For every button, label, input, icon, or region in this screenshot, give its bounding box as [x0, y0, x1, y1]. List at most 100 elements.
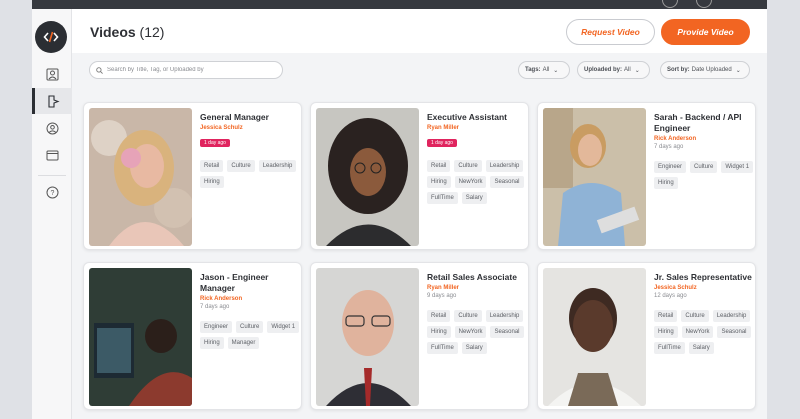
- video-card[interactable]: Executive Assistant Ryan Miller 1 day ag…: [310, 102, 529, 250]
- video-count: (12): [139, 24, 165, 40]
- video-title[interactable]: Jr. Sales Representative: [654, 272, 754, 283]
- provide-video-button[interactable]: Provide Video: [661, 19, 750, 45]
- svg-text:?: ?: [50, 190, 54, 197]
- tag[interactable]: Leadership: [485, 160, 524, 172]
- video-title[interactable]: General Manager: [200, 112, 300, 123]
- tag-list: Retail Culture Leadership Hiring NewYork…: [427, 160, 527, 204]
- sidebar-divider: [38, 175, 66, 176]
- tag[interactable]: Widget 1: [721, 161, 754, 173]
- tag[interactable]: Leadership: [258, 160, 297, 172]
- search-icon: [96, 66, 103, 74]
- brand-logo[interactable]: [35, 21, 67, 53]
- search-box[interactable]: [89, 61, 283, 79]
- background-pattern: [767, 0, 800, 419]
- tag[interactable]: Retail: [200, 160, 224, 172]
- tag[interactable]: Culture: [227, 160, 255, 172]
- account-icon[interactable]: [696, 0, 712, 8]
- tags-filter[interactable]: Tags: All ⌄: [518, 61, 570, 79]
- video-info: Retail Sales Associate Ryan Miller 9 day…: [427, 272, 527, 354]
- uploaded-by-filter[interactable]: Uploaded by: All ⌄: [577, 61, 650, 79]
- tag[interactable]: Hiring: [654, 326, 678, 338]
- tag[interactable]: Culture: [681, 310, 709, 322]
- video-card[interactable]: Sarah - Backend / API Engineer Rick Ande…: [537, 102, 756, 250]
- help-icon: ?: [46, 186, 58, 198]
- video-card[interactable]: General Manager Jessica Schulz 1 day ago…: [83, 102, 302, 250]
- tag[interactable]: Retail: [654, 310, 678, 322]
- tag[interactable]: FullTime: [654, 342, 685, 354]
- tag[interactable]: Leadership: [485, 310, 524, 322]
- tag[interactable]: Engineer: [654, 161, 687, 173]
- video-author: Ryan Miller: [427, 285, 460, 291]
- tag[interactable]: Salary: [688, 342, 714, 354]
- chevron-down-icon: ⌄: [634, 67, 640, 74]
- sort-filter-label: Sort by:: [667, 67, 690, 73]
- tag[interactable]: Salary: [461, 342, 487, 354]
- user-circle-icon: [46, 122, 58, 134]
- video-card[interactable]: Retail Sales Associate Ryan Miller 9 day…: [310, 262, 529, 410]
- sidebar-item-users[interactable]: [32, 115, 72, 141]
- sort-by-filter[interactable]: Sort by: Date Uploaded ⌄: [660, 61, 750, 79]
- page-title-text: Videos: [90, 24, 136, 40]
- tag[interactable]: Hiring: [200, 176, 224, 188]
- tag-list: Retail Culture Leadership Hiring NewYork…: [654, 310, 754, 354]
- tags-filter-value: All: [542, 67, 550, 73]
- tag[interactable]: NewYork: [454, 326, 487, 338]
- page-title: Videos (12): [90, 24, 164, 40]
- tag[interactable]: Culture: [454, 160, 482, 172]
- tag[interactable]: Hiring: [200, 337, 224, 349]
- sidebar-item-profile[interactable]: [32, 61, 72, 87]
- code-brackets-icon: [43, 31, 59, 43]
- tag[interactable]: Retail: [427, 160, 451, 172]
- tag[interactable]: Culture: [454, 310, 482, 322]
- main-content: Videos (12) Request Video Provide Video …: [72, 9, 767, 419]
- sidebar-item-videos[interactable]: [32, 88, 72, 114]
- video-thumbnail[interactable]: [89, 268, 192, 406]
- tag[interactable]: Engineer: [200, 321, 233, 333]
- tag[interactable]: NewYork: [454, 176, 487, 188]
- sidebar-item-help[interactable]: ?: [32, 179, 72, 205]
- video-title[interactable]: Jason - Engineer Manager: [200, 272, 300, 294]
- tag[interactable]: Seasonal: [490, 176, 524, 188]
- top-bar: [32, 0, 767, 9]
- video-thumbnail[interactable]: [89, 108, 192, 246]
- video-age: 9 days ago: [427, 293, 457, 299]
- app-window: ? Videos (12) Request Video Provide Vide…: [32, 9, 767, 419]
- video-thumbnail[interactable]: [316, 108, 419, 246]
- tag-list: Retail Culture Leadership Hiring NewYork…: [427, 310, 527, 354]
- notification-icon[interactable]: [662, 0, 678, 8]
- sort-filter-value: Date Uploaded: [691, 67, 732, 73]
- video-thumbnail[interactable]: [543, 268, 646, 406]
- video-card[interactable]: Jr. Sales Representative Jessica Schulz …: [537, 262, 756, 410]
- chevron-down-icon: ⌄: [553, 67, 559, 74]
- request-video-button[interactable]: Request Video: [566, 19, 655, 45]
- video-title[interactable]: Sarah - Backend / API Engineer: [654, 112, 754, 134]
- video-title[interactable]: Executive Assistant: [427, 112, 527, 123]
- uploaded-filter-value: All: [624, 67, 631, 73]
- tag[interactable]: Culture: [236, 321, 264, 333]
- tag[interactable]: Manager: [227, 337, 260, 349]
- video-age: 12 days ago: [654, 293, 687, 299]
- video-author: Jessica Schulz: [654, 285, 697, 291]
- search-input[interactable]: [107, 67, 277, 73]
- tag[interactable]: Hiring: [654, 177, 678, 189]
- tag[interactable]: Seasonal: [490, 326, 524, 338]
- tag[interactable]: Leadership: [712, 310, 751, 322]
- video-age: 7 days ago: [654, 144, 684, 150]
- tag-list: Retail Culture Leadership Hiring: [200, 160, 300, 188]
- tag[interactable]: Culture: [690, 161, 718, 173]
- video-title[interactable]: Retail Sales Associate: [427, 272, 527, 283]
- video-card[interactable]: Jason - Engineer Manager Rick Anderson 7…: [83, 262, 302, 410]
- sidebar-item-window[interactable]: [32, 142, 72, 168]
- video-thumbnail[interactable]: [543, 108, 646, 246]
- video-info: General Manager Jessica Schulz 1 day ago…: [200, 112, 300, 188]
- tag[interactable]: Seasonal: [717, 326, 751, 338]
- tag[interactable]: Retail: [427, 310, 451, 322]
- tag[interactable]: FullTime: [427, 192, 458, 204]
- tag[interactable]: Hiring: [427, 176, 451, 188]
- video-thumbnail[interactable]: [316, 268, 419, 406]
- tag[interactable]: FullTime: [427, 342, 458, 354]
- tag[interactable]: Widget 1: [267, 321, 300, 333]
- tag[interactable]: Hiring: [427, 326, 451, 338]
- tag[interactable]: NewYork: [681, 326, 714, 338]
- tag[interactable]: Salary: [461, 192, 487, 204]
